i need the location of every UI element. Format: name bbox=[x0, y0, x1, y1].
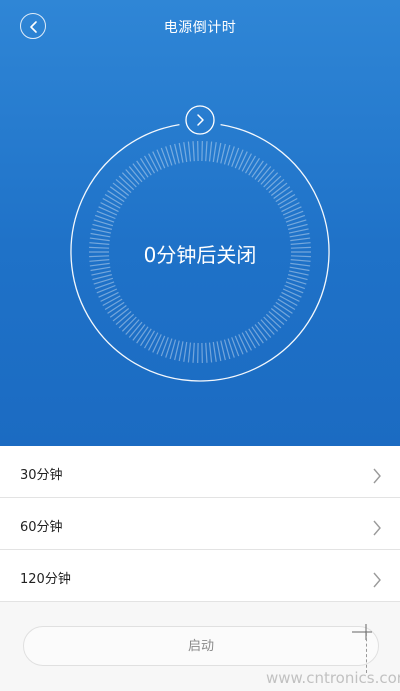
divider bbox=[0, 601, 400, 602]
start-button[interactable]: 启动 bbox=[23, 626, 379, 666]
preset-list: 30分钟 60分钟 120分钟 bbox=[0, 446, 400, 602]
preset-item-60[interactable]: 60分钟 bbox=[0, 498, 400, 550]
chevron-right-icon bbox=[373, 572, 381, 588]
chevron-right-icon bbox=[373, 468, 381, 484]
dial-handle[interactable] bbox=[185, 105, 215, 135]
countdown-status-text: 0分钟后关闭 bbox=[143, 243, 257, 267]
preset-item-30[interactable]: 30分钟 bbox=[0, 446, 400, 498]
header-panel: 电源倒计时 0分钟后关闭 bbox=[0, 0, 400, 446]
dashed-mark bbox=[366, 633, 369, 673]
countdown-dial[interactable] bbox=[0, 0, 400, 446]
crosshair-mark bbox=[352, 624, 372, 640]
watermark-text: www.cntronics.com bbox=[266, 669, 400, 687]
chevron-right-icon bbox=[197, 114, 204, 126]
preset-item-120[interactable]: 120分钟 bbox=[0, 550, 400, 602]
chevron-right-icon bbox=[373, 520, 381, 536]
